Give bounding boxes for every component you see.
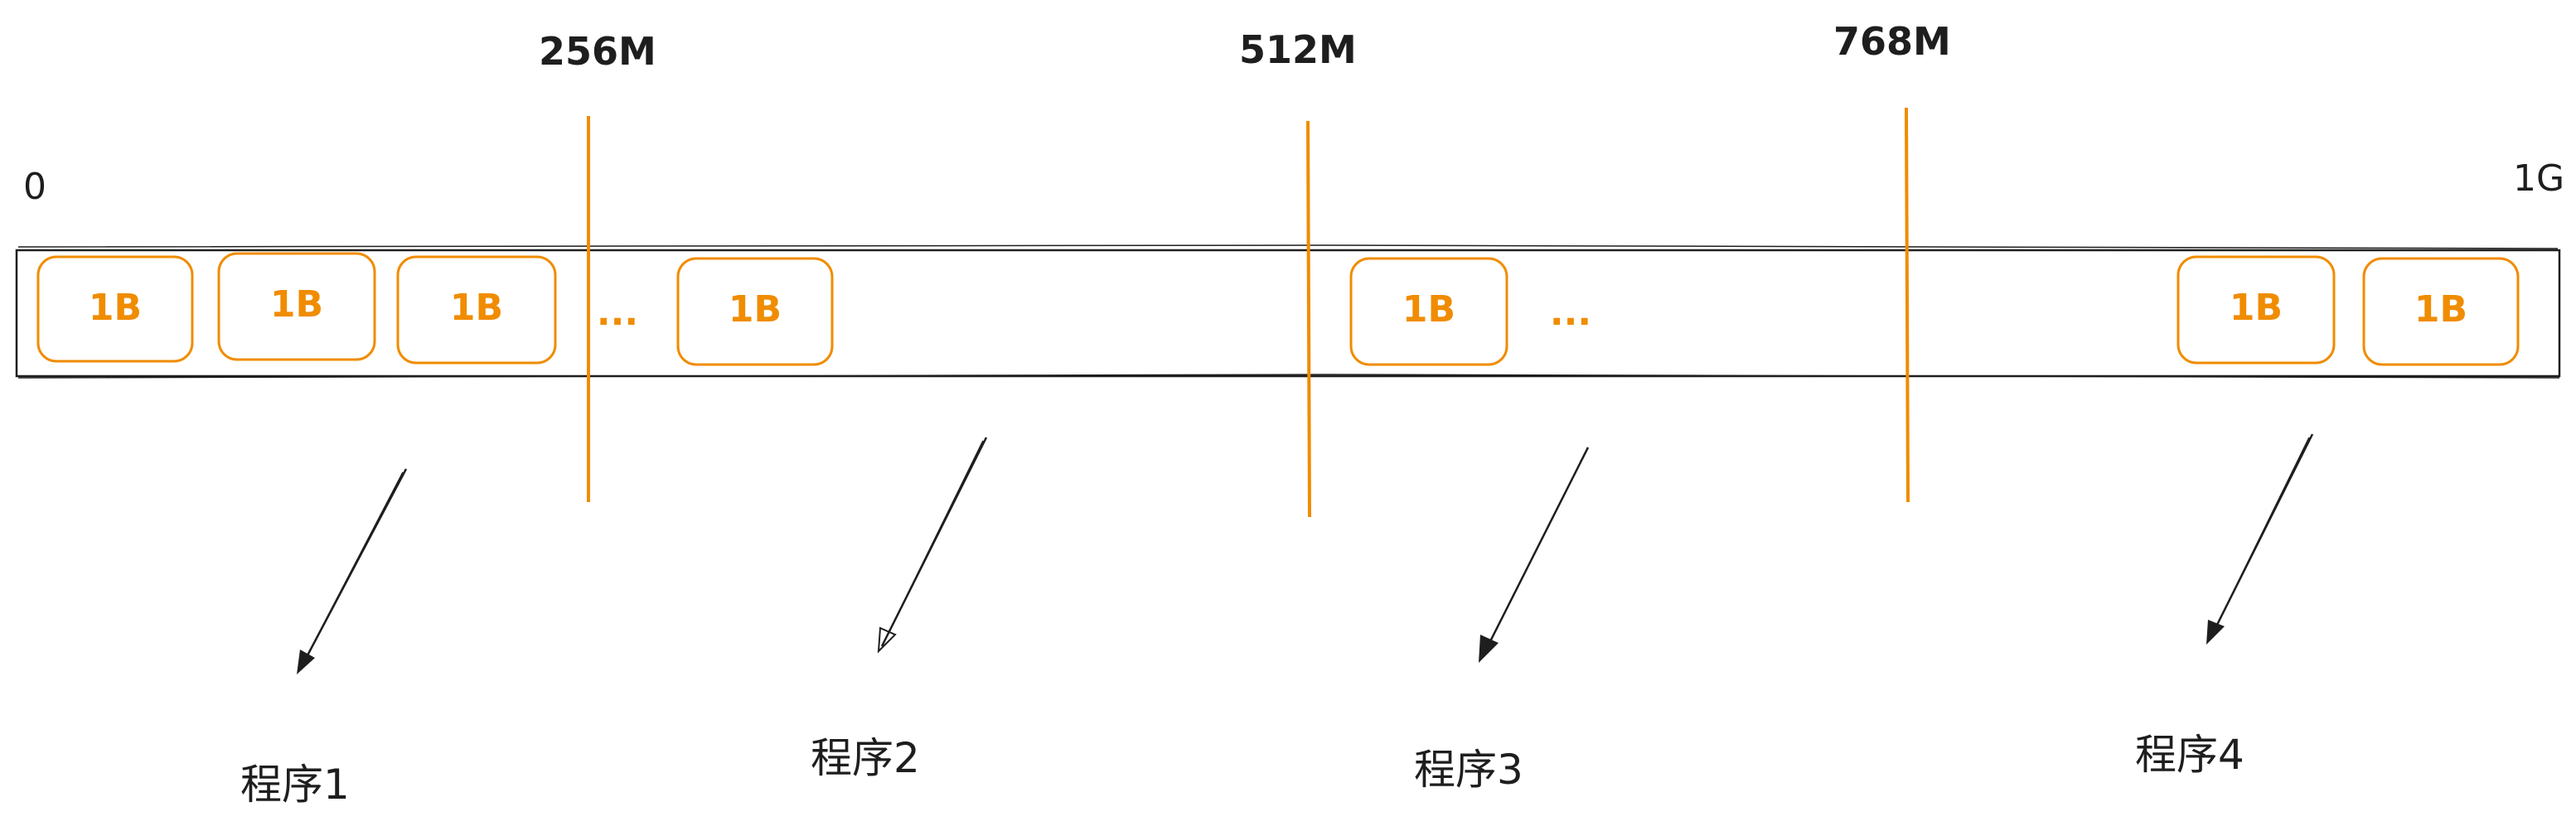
program-label-2: 程序2 (811, 734, 920, 782)
program-label-4: 程序4 (2135, 731, 2244, 779)
byte-block-label: 1B (89, 287, 142, 329)
byte-block-label: 1B (2414, 288, 2467, 331)
program-label-3: 程序3 (1414, 746, 1523, 794)
byte-block: 1B (36, 255, 194, 363)
divider-line-768m (1905, 107, 1910, 503)
byte-block-label: 1B (450, 287, 503, 329)
byte-block: 1B (217, 252, 376, 361)
byte-block-label: 1B (1402, 288, 1455, 331)
byte-block: 1B (2362, 257, 2520, 366)
marker-label-256m: 256M (539, 29, 656, 74)
program-label-1: 程序1 (240, 761, 350, 809)
memory-diagram: 0 1G 256M 512M 768M 1B 1B 1B ... 1B 1B .… (15, 19, 2564, 809)
byte-block-label: 1B (2230, 287, 2283, 329)
divider-line-512m (1306, 120, 1311, 518)
byte-block-label: 1B (270, 283, 323, 326)
ellipsis-label: ... (597, 292, 638, 334)
scale-end-label: 1G (2513, 157, 2564, 200)
scale-start-label: 0 (23, 166, 46, 208)
arrow-down-left-icon (1479, 447, 1590, 663)
ellipsis-label: ... (1550, 292, 1591, 334)
byte-block: 1B (1349, 257, 1508, 366)
marker-label-768m: 768M (1833, 19, 1951, 64)
byte-block-label: 1B (729, 288, 782, 331)
byte-block: 1B (396, 255, 557, 365)
arrow-down-left-icon (2206, 433, 2314, 645)
arrow-down-left-icon (877, 437, 988, 654)
byte-block: 1B (2177, 255, 2336, 365)
byte-block: 1B (676, 257, 834, 366)
marker-label-512m: 512M (1239, 27, 1357, 72)
arrow-down-left-icon (297, 468, 408, 674)
